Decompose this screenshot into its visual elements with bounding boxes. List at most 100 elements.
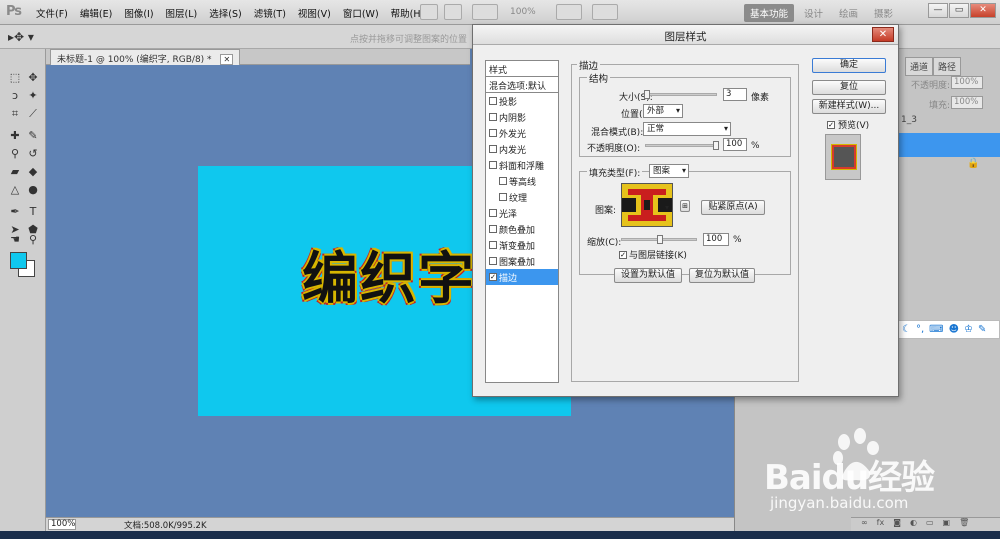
new-preset-icon[interactable]: ⊞	[680, 200, 690, 212]
clone-stamp-tool-icon[interactable]: ⚲	[6, 145, 24, 163]
foreground-color-swatch[interactable]	[10, 252, 27, 269]
reset-button[interactable]: 复位	[812, 80, 886, 95]
close-window-button[interactable]: ✕	[970, 3, 996, 18]
snap-to-origin-button[interactable]: 贴紧原点(A)	[701, 200, 765, 215]
tab-paths[interactable]: 路径	[933, 57, 962, 76]
style-item[interactable]: 斜面和浮雕	[486, 157, 558, 173]
scale-field[interactable]: 100	[703, 233, 729, 246]
blend-mode-select[interactable]: 正常 ▾	[643, 122, 731, 136]
close-icon[interactable]: ✕	[220, 54, 234, 65]
move-tool-icon[interactable]: ▸✥ ▾	[8, 30, 34, 44]
make-default-button[interactable]: 设置为默认值	[614, 268, 682, 283]
checkbox[interactable]	[489, 145, 497, 153]
opacity-field[interactable]: 100%	[951, 76, 983, 89]
wrench-icon[interactable]: ✎	[978, 324, 986, 335]
size-slider-thumb[interactable]	[644, 90, 650, 99]
menu-item[interactable]: 窗口(W)	[343, 6, 379, 20]
tab-channels[interactable]: 通道	[905, 57, 934, 76]
style-item[interactable]: 外发光	[486, 125, 558, 141]
restore-button[interactable]: ▭	[949, 3, 969, 18]
opacity-slider[interactable]	[645, 144, 717, 147]
marquee-tool-icon[interactable]: ⬚	[6, 69, 24, 87]
checkbox[interactable]	[489, 161, 497, 169]
screen-mode-icon[interactable]	[592, 4, 618, 20]
preview-checkbox[interactable]: ✓ 预览(V)	[827, 118, 869, 131]
fill-type-select[interactable]: 图案 ▾	[649, 164, 689, 178]
style-item[interactable]: 内阴影	[486, 109, 558, 125]
document-size[interactable]: 文档:508.0K/995.2K	[124, 519, 207, 531]
new-style-button[interactable]: 新建样式(W)...	[812, 99, 886, 114]
style-item[interactable]: 等高线	[486, 173, 558, 189]
view-extras-icon[interactable]	[472, 4, 498, 20]
checkbox[interactable]	[489, 129, 497, 137]
menu-item[interactable]: 文件(F)	[36, 6, 68, 20]
link-with-layer-checkbox[interactable]: ✓ 与图层链接(K)	[619, 248, 687, 261]
styles-header[interactable]: 样式	[486, 61, 558, 77]
fill-field[interactable]: 100%	[951, 96, 983, 109]
minimize-button[interactable]: —	[928, 3, 948, 18]
eyedropper-tool-icon[interactable]: ⟋	[24, 105, 42, 123]
dodge-tool-icon[interactable]: ●	[24, 181, 42, 199]
new-layer-icon[interactable]: ▣	[943, 518, 951, 531]
ok-button[interactable]: 确定	[812, 58, 886, 73]
layer-name[interactable]: 1_3	[901, 115, 917, 125]
style-item[interactable]: 渐变叠加	[486, 237, 558, 253]
opacity-field[interactable]: 100	[723, 138, 747, 151]
type-tool-icon[interactable]: T	[24, 203, 42, 221]
dialog-titlebar[interactable]: 图层样式 ✕	[473, 25, 898, 45]
style-item[interactable]: 内发光	[486, 141, 558, 157]
fx-icon[interactable]: fx	[877, 518, 885, 531]
style-item[interactable]: 投影	[486, 93, 558, 109]
zoom-field[interactable]: 100%	[48, 519, 76, 530]
reset-default-button[interactable]: 复位为默认值	[689, 268, 755, 283]
checkbox[interactable]: ✓	[619, 250, 627, 259]
group-icon[interactable]: ▭	[926, 518, 934, 531]
workspace-tab[interactable]: 基本功能	[744, 4, 795, 22]
paint-bucket-tool-icon[interactable]: ◆	[24, 163, 42, 181]
checkbox[interactable]	[489, 209, 497, 217]
pattern-dropdown-icon[interactable]: ▾	[665, 203, 669, 212]
punctuation-icon[interactable]: °,	[916, 324, 924, 335]
user-icon[interactable]: ☻	[949, 324, 959, 335]
checkbox[interactable]	[499, 193, 507, 201]
menu-item[interactable]: 图层(L)	[166, 6, 198, 20]
crop-tool-icon[interactable]: ⌗	[6, 105, 24, 123]
mask-icon[interactable]: ◙	[893, 518, 901, 531]
hand-tool-icon[interactable]: ☚	[6, 231, 24, 249]
style-item[interactable]: 颜色叠加	[486, 221, 558, 237]
history-brush-tool-icon[interactable]: ↺	[24, 145, 42, 163]
brush-tool-icon[interactable]: ✎	[24, 127, 42, 145]
checkbox[interactable]	[489, 225, 497, 233]
workspace-tab[interactable]: 设计	[798, 4, 829, 22]
zoom-tool-icon[interactable]: ⚲	[24, 231, 42, 249]
checkbox[interactable]	[489, 257, 497, 265]
close-icon[interactable]: ✕	[872, 27, 894, 42]
style-item[interactable]: 图案叠加	[486, 253, 558, 269]
document-tab[interactable]: 未标题-1 @ 100% (编织字, RGB/8) * ✕	[50, 49, 241, 65]
trash-icon[interactable]: 🗑	[959, 518, 969, 531]
checkbox[interactable]	[499, 177, 507, 185]
link-layers-icon[interactable]: ∞	[861, 518, 868, 531]
skin-icon[interactable]: ♔	[964, 324, 973, 335]
minibridge-icon[interactable]	[444, 4, 462, 20]
size-slider[interactable]	[645, 93, 717, 96]
quick-select-tool-icon[interactable]: ✦	[24, 87, 42, 105]
checkbox[interactable]	[489, 97, 497, 105]
keyboard-icon[interactable]: ⌨	[929, 324, 943, 335]
moon-icon[interactable]: ☾	[902, 324, 911, 335]
lasso-tool-icon[interactable]: ↄ	[6, 87, 24, 105]
menu-item[interactable]: 视图(V)	[298, 6, 331, 20]
menu-item[interactable]: 图像(I)	[124, 6, 153, 20]
style-item[interactable]: ✓ 描边	[486, 269, 558, 285]
scale-slider-thumb[interactable]	[657, 235, 663, 244]
checkbox[interactable]: ✓	[489, 273, 497, 281]
checkbox[interactable]	[489, 241, 497, 249]
zoom-level[interactable]: 100%	[510, 7, 536, 17]
menu-item[interactable]: 选择(S)	[209, 6, 241, 20]
adjustment-icon[interactable]: ◐	[910, 518, 917, 531]
blending-options-item[interactable]: 混合选项:默认	[486, 77, 558, 93]
healing-brush-tool-icon[interactable]: ✚	[6, 127, 24, 145]
style-item[interactable]: 纹理	[486, 189, 558, 205]
menu-item[interactable]: 滤镜(T)	[254, 6, 286, 20]
workspace-tab[interactable]: 绘画	[833, 4, 864, 22]
